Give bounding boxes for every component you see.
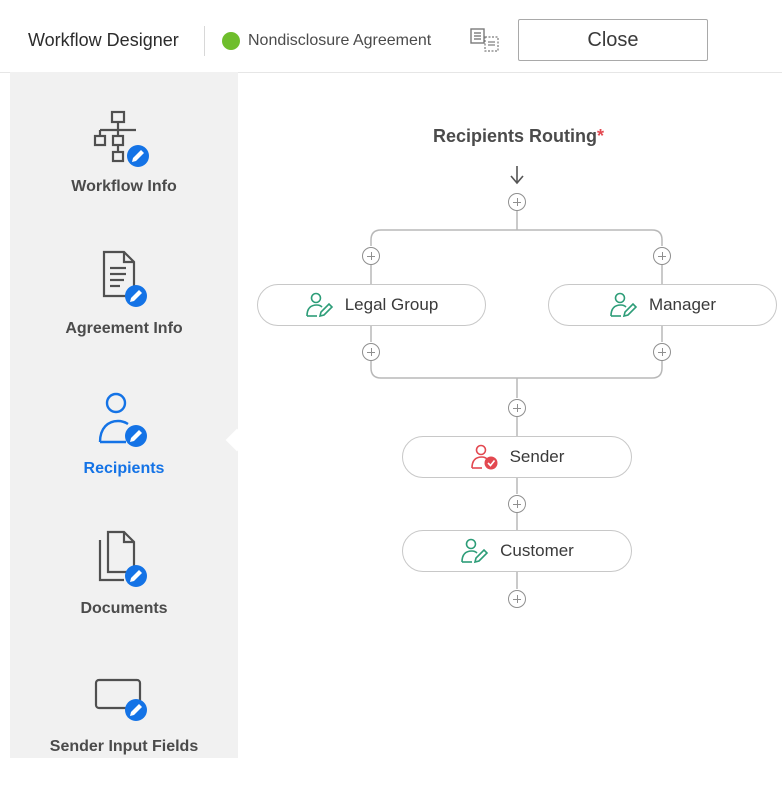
add-recipient-button[interactable] [362, 247, 380, 265]
user-sign-icon [610, 292, 638, 318]
routing-connectors [370, 166, 663, 589]
add-recipient-button[interactable] [508, 495, 526, 513]
add-recipient-button[interactable] [362, 343, 380, 361]
recipient-label: Customer [500, 541, 574, 560]
user-sign-icon [461, 538, 489, 564]
recipient-node-customer[interactable]: Customer [402, 530, 632, 572]
recipient-label: Legal Group [344, 295, 439, 314]
add-recipient-button[interactable] [653, 247, 671, 265]
user-check-icon [470, 444, 498, 470]
recipient-node-sender[interactable]: Sender [402, 436, 632, 478]
add-recipient-button[interactable] [508, 399, 526, 417]
add-recipient-button[interactable] [508, 193, 526, 211]
recipient-node-manager[interactable]: Manager [548, 284, 777, 326]
user-sign-icon [305, 292, 333, 318]
recipient-label: Manager [648, 295, 717, 314]
recipient-label: Sender [509, 447, 565, 466]
add-recipient-button[interactable] [508, 590, 526, 608]
recipient-node-legal-group[interactable]: Legal Group [257, 284, 486, 326]
add-recipient-button[interactable] [653, 343, 671, 361]
